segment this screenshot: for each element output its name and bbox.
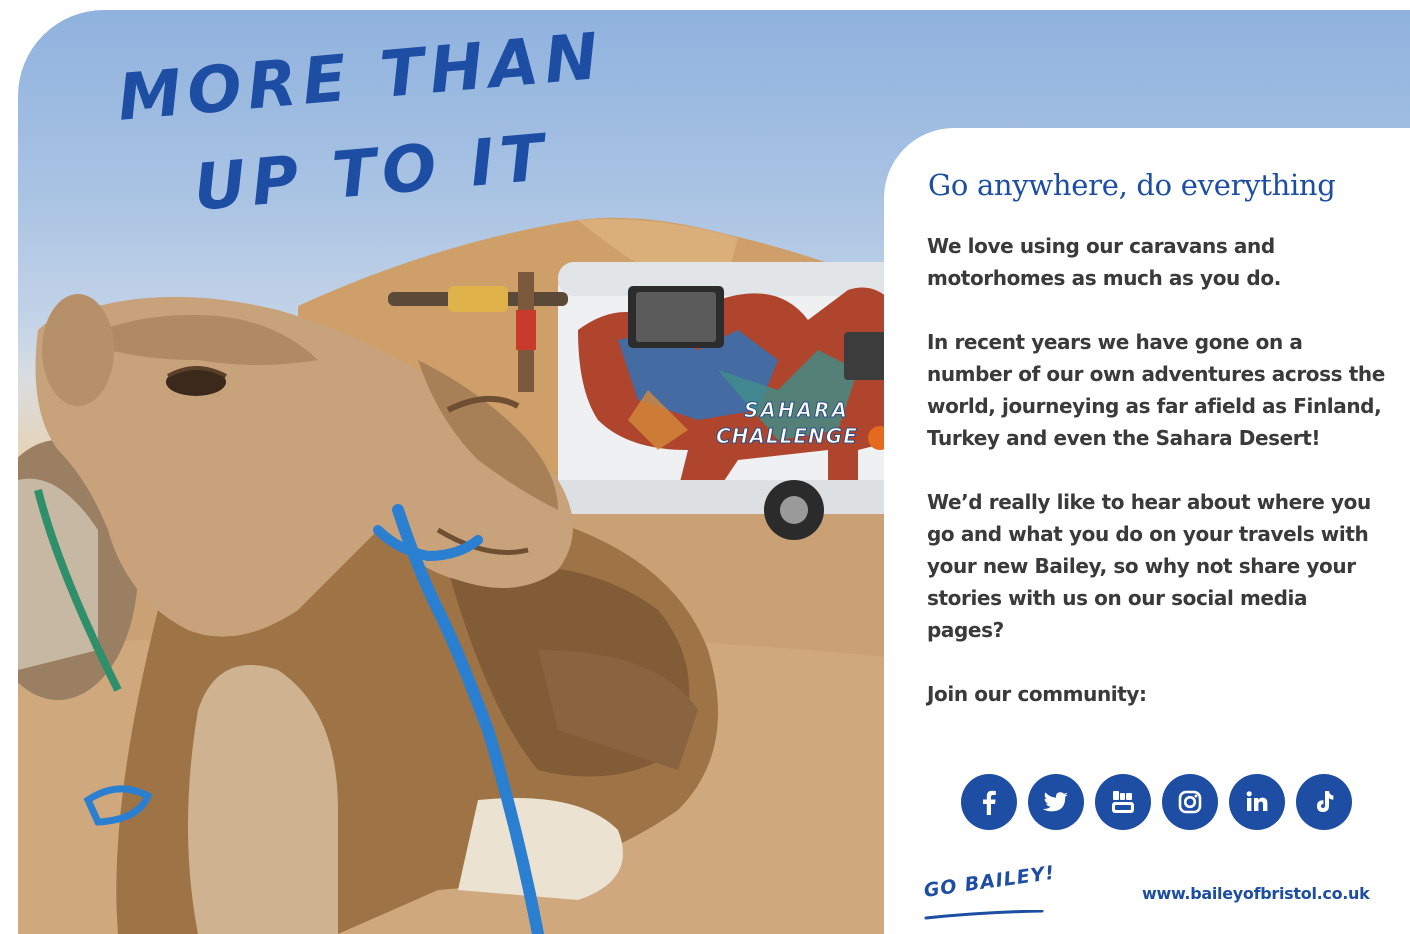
card-body: We love using our caravans and motorhome…	[927, 230, 1387, 710]
facebook-icon	[983, 790, 996, 815]
paragraph-share: We’d really like to hear about where you…	[927, 490, 1371, 642]
paragraph-intro: We love using our caravans and motorhome…	[927, 234, 1281, 290]
facebook-button[interactable]	[961, 774, 1017, 830]
twitter-icon	[1043, 792, 1068, 812]
youtube-icon	[1112, 791, 1134, 813]
linkedin-icon	[1246, 791, 1268, 811]
instagram-button[interactable]	[1162, 774, 1218, 830]
website-link[interactable]: www.baileyofbristol.co.uk	[1142, 884, 1370, 903]
youtube-button[interactable]	[1095, 774, 1151, 830]
caravan-label-challenge: Challenge	[716, 424, 858, 449]
go-bailey-logo: Go Bailey!	[922, 861, 1057, 902]
social-links	[961, 774, 1352, 830]
card-title: Go anywhere, do everything	[928, 168, 1336, 202]
twitter-button[interactable]	[1028, 774, 1084, 830]
info-card: Go anywhere, do everything We love using…	[884, 128, 1410, 934]
caravan	[558, 262, 918, 540]
headline: More than up to it	[115, 20, 638, 254]
advert-page: More than up to it Sahara Challenge Go a…	[0, 0, 1410, 934]
logo-underline	[924, 910, 1044, 920]
linkedin-button[interactable]	[1229, 774, 1285, 830]
paragraph-adventures: In recent years we have gone on a number…	[927, 330, 1385, 450]
headline-line-2: up to it	[190, 121, 553, 226]
caravan-label-sahara: Sahara	[744, 398, 849, 423]
join-community-label: Join our community:	[927, 682, 1147, 706]
tiktok-button[interactable]	[1296, 774, 1352, 830]
tiktok-icon	[1317, 791, 1334, 812]
instagram-icon	[1178, 790, 1202, 814]
